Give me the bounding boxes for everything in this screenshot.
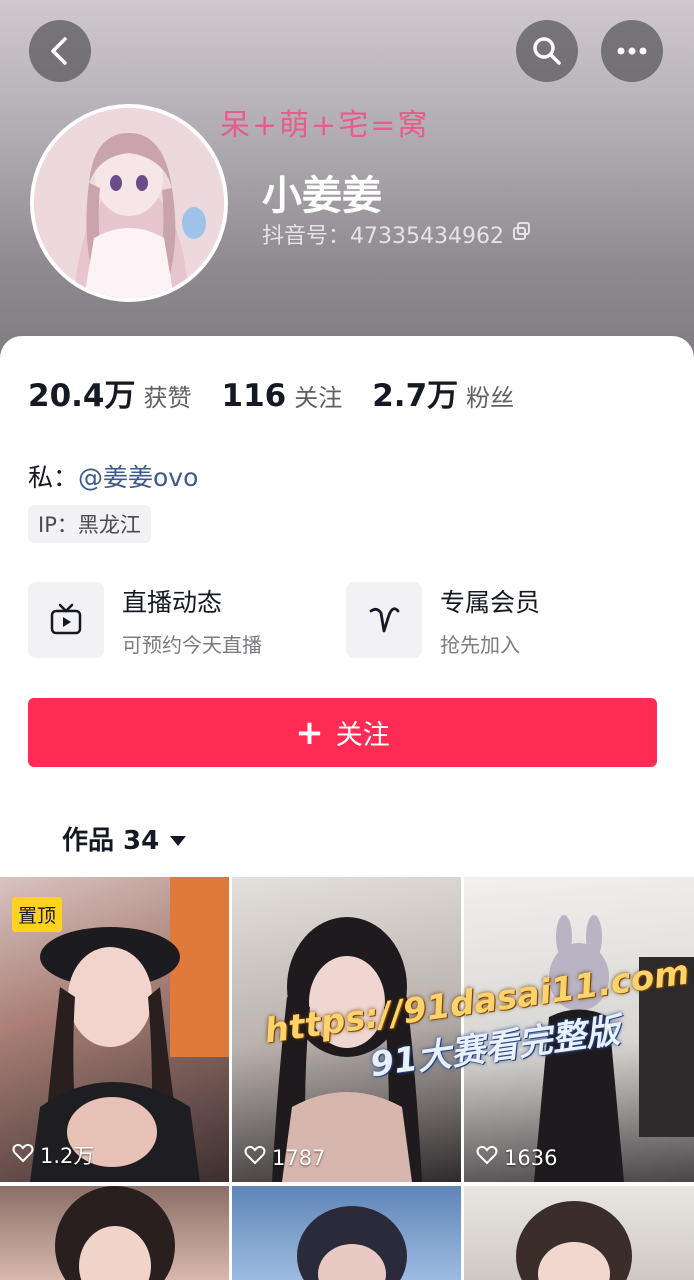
likes-count: 1636 xyxy=(504,1145,558,1170)
video-tile[interactable] xyxy=(232,1186,461,1280)
stat-followers[interactable]: 2.7万 粉丝 xyxy=(372,370,514,415)
video-likes: 1636 xyxy=(476,1145,557,1170)
stat-value: 116 xyxy=(221,378,287,414)
heart-v-icon xyxy=(346,582,422,658)
ip-location-tag: IP：黑龙江 xyxy=(28,505,151,543)
private-label: 私： xyxy=(28,463,79,492)
feature-subtitle: 可预约今天直播 xyxy=(122,632,262,657)
video-tile[interactable]: 置顶 1.2万 xyxy=(0,877,229,1182)
search-button[interactable] xyxy=(516,20,578,82)
header-slogan: 呆+萌+宅=窝 xyxy=(220,108,430,143)
copy-icon[interactable] xyxy=(512,221,532,247)
video-likes: 1.2万 xyxy=(12,1140,94,1170)
bio-private: 私：@姜姜ovo xyxy=(28,458,198,494)
membership-entry[interactable]: 专属会员 抢先加入 xyxy=(346,582,540,658)
more-button[interactable] xyxy=(601,20,663,82)
search-icon xyxy=(531,35,563,67)
stat-label: 粉丝 xyxy=(466,384,515,412)
feature-subtitle: 抢先加入 xyxy=(440,632,520,657)
feature-title: 直播动态 xyxy=(122,587,223,617)
tab-works[interactable]: 作品 34 xyxy=(62,820,187,857)
video-thumbnail xyxy=(55,1186,175,1280)
stat-likes[interactable]: 20.4万 获赞 xyxy=(28,370,192,415)
tv-icon xyxy=(28,582,104,658)
stat-following[interactable]: 116 关注 xyxy=(222,378,343,414)
works-tab-label: 作品 34 xyxy=(62,826,160,856)
heart-outline-icon xyxy=(12,1143,34,1168)
more-dots-icon xyxy=(616,46,648,56)
likes-count: 1787 xyxy=(272,1145,326,1170)
stat-value: 2.7万 xyxy=(372,378,459,414)
video-thumbnail xyxy=(516,1201,632,1280)
follow-button[interactable]: + 关注 xyxy=(28,698,657,767)
plus-icon: + xyxy=(295,712,324,753)
stat-value: 20.4万 xyxy=(28,378,136,414)
stat-label: 关注 xyxy=(294,384,343,412)
private-account-link[interactable]: @姜姜ovo xyxy=(78,463,198,492)
heart-outline-icon xyxy=(244,1145,266,1170)
live-feed-entry[interactable]: 直播动态 可预约今天直播 xyxy=(28,582,262,658)
chevron-left-icon xyxy=(47,36,73,66)
caret-down-icon xyxy=(169,824,187,854)
follow-label: 关注 xyxy=(335,720,390,751)
stats-row: 20.4万 获赞 116 关注 2.7万 粉丝 xyxy=(28,370,544,415)
video-tile[interactable] xyxy=(464,1186,694,1280)
nickname: 小姜姜 xyxy=(262,173,382,219)
video-likes: 1787 xyxy=(244,1145,325,1170)
douyin-id: 抖音号：47335434962 xyxy=(262,218,532,250)
video-tile[interactable] xyxy=(0,1186,229,1280)
avatar-illustration xyxy=(34,108,224,298)
likes-count: 1.2万 xyxy=(40,1144,95,1168)
feature-title: 专属会员 xyxy=(440,587,541,617)
pinned-badge: 置顶 xyxy=(12,897,63,932)
back-button[interactable] xyxy=(29,20,91,82)
stat-label: 获赞 xyxy=(143,384,192,412)
video-thumbnail xyxy=(297,1206,407,1280)
heart-outline-icon xyxy=(476,1145,498,1170)
douyin-id-text: 抖音号：47335434962 xyxy=(262,224,504,249)
avatar[interactable] xyxy=(30,104,228,302)
